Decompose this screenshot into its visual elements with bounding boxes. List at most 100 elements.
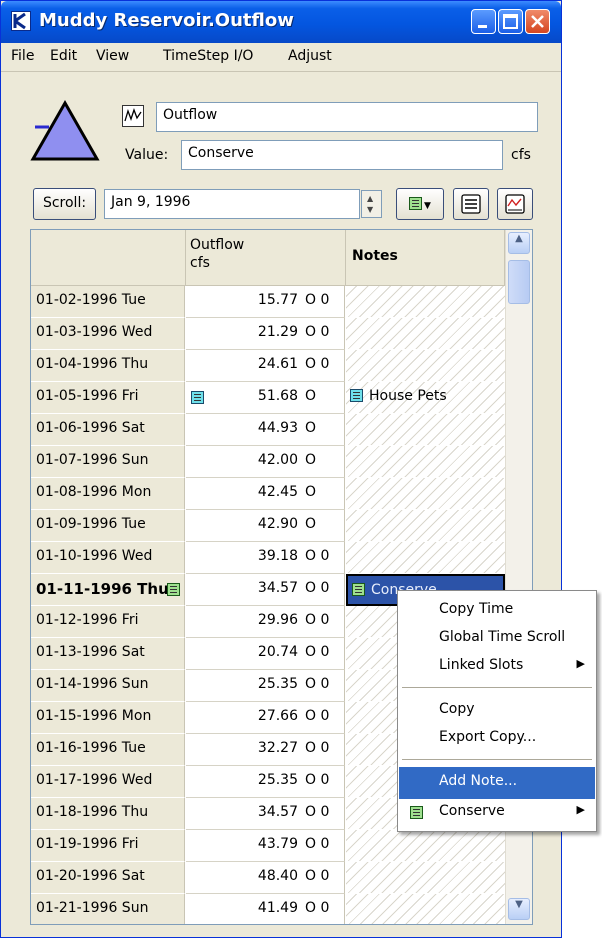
note-cell[interactable] [346,542,505,574]
table-row[interactable]: 01-04-1996 Thu 24.61 O 0 [31,350,505,382]
table-row[interactable]: 01-03-1996 Wed 21.29 O 0 [31,318,505,350]
menu-edit[interactable]: Edit [50,48,77,64]
title-bar[interactable]: Muddy Reservoir.Outflow [1,1,561,43]
outflow-value-cell[interactable]: 29.96 [186,606,301,638]
flag-cell: O 0 [301,798,345,830]
row-date-header[interactable]: 01-17-1996 Wed [31,766,185,798]
menu-file[interactable]: File [11,48,34,64]
note-cell[interactable] [346,830,505,862]
menu-view[interactable]: View [96,48,129,64]
outflow-value-cell[interactable]: 44.93 [186,414,301,446]
outflow-value-cell[interactable]: 32.27 [186,734,301,766]
note-cell[interactable] [346,862,505,894]
outflow-value-cell[interactable]: 15.77 [186,286,301,318]
table-row[interactable]: 01-06-1996 Sat 44.93 O [31,414,505,446]
outflow-value-cell[interactable]: 41.49 [186,894,301,924]
outflow-value-cell[interactable]: 25.35 [186,670,301,702]
row-date-header[interactable]: 01-18-1996 Thu [31,798,185,830]
outflow-value-cell[interactable]: 42.45 [186,478,301,510]
note-cell[interactable] [346,446,505,478]
scroll-button[interactable]: Scroll: [33,188,96,220]
note-cell[interactable] [346,894,505,924]
menu-timestep-io[interactable]: TimeStep I/O [163,48,253,64]
outflow-value-cell[interactable]: 34.57 [186,798,301,830]
list-view-button[interactable] [453,188,489,220]
menu-adjust[interactable]: Adjust [288,48,332,64]
row-date-header[interactable]: 01-13-1996 Sat [31,638,185,670]
note-cell[interactable] [346,510,505,542]
outflow-value-cell[interactable]: 39.18 [186,542,301,574]
outflow-value-cell[interactable]: 42.90 [186,510,301,542]
ctx-export-copy[interactable]: Export Copy... [399,723,595,755]
outflow-value-cell[interactable]: 27.66 [186,702,301,734]
note-cell[interactable] [346,414,505,446]
table-row[interactable]: 01-09-1996 Tue 42.90 O [31,510,505,542]
outflow-value-cell[interactable]: 24.61 [186,350,301,382]
row-date-header[interactable]: 01-12-1996 Fri [31,606,185,638]
date-field[interactable]: Jan 9, 1996 [104,189,360,219]
row-date-header[interactable]: 01-16-1996 Tue [31,734,185,766]
row-date-header[interactable]: 01-15-1996 Mon [31,702,185,734]
table-row[interactable]: 01-05-1996 Fri 51.68 O House Pets [31,382,505,414]
scroll-thumb[interactable] [508,260,530,304]
outflow-column-header[interactable]: Outflow cfs [186,230,346,286]
row-date-header[interactable]: 01-10-1996 Wed [31,542,185,574]
outflow-value-cell[interactable]: 51.68 [186,382,301,414]
outflow-value: 15.77 [257,292,298,308]
row-date-header[interactable]: 01-09-1996 Tue [31,510,185,542]
outflow-value-cell[interactable]: 25.35 [186,766,301,798]
row-date-header[interactable]: 01-08-1996 Mon [31,478,185,510]
ctx-conserve[interactable]: Conserve ▶ [399,797,595,829]
maximize-button[interactable] [498,9,523,34]
row-date-header[interactable]: 01-02-1996 Tue [31,286,185,318]
row-date-header[interactable]: 01-05-1996 Fri [31,382,185,414]
row-date-header[interactable]: 01-07-1996 Sun [31,446,185,478]
row-date-header[interactable]: 01-11-1996 Thu [31,574,185,606]
scroll-up-icon[interactable]: ▲ [508,232,530,254]
outflow-value-cell[interactable]: 42.00 [186,446,301,478]
row-date-header[interactable]: 01-21-1996 Sun [31,894,185,924]
note-cell[interactable]: House Pets [346,382,505,414]
minimize-button[interactable] [471,9,496,34]
scroll-down-icon[interactable]: ▼ [508,898,530,920]
table-row[interactable]: 01-21-1996 Sun 41.49 O 0 [31,894,505,924]
row-date-header[interactable]: 01-19-1996 Fri [31,830,185,862]
outflow-value: 42.00 [257,452,298,468]
notes-column-header[interactable]: Notes [346,230,505,286]
note-cell[interactable] [346,286,505,318]
note-cell[interactable] [346,478,505,510]
note-menu-button[interactable]: ▼ [396,188,444,220]
table-row[interactable]: 01-19-1996 Fri 43.79 O 0 [31,830,505,862]
outflow-value-cell[interactable]: 20.74 [186,638,301,670]
table-row[interactable]: 01-10-1996 Wed 39.18 O 0 [31,542,505,574]
value-field[interactable]: Conserve [181,140,503,170]
table-row[interactable]: 01-08-1996 Mon 42.45 O [31,478,505,510]
close-button[interactable] [525,9,550,34]
spinner-up-icon[interactable]: ▲ [367,194,373,203]
row-date-header[interactable]: 01-06-1996 Sat [31,414,185,446]
outflow-value-cell[interactable]: 34.57 [186,574,301,606]
ctx-linked-slots[interactable]: Linked Slots ▶ [399,651,595,683]
note-cell[interactable] [346,318,505,350]
outflow-value-cell[interactable]: 21.29 [186,318,301,350]
row-date-header[interactable]: 01-03-1996 Wed [31,318,185,350]
spinner-down-icon[interactable]: ▼ [367,205,373,214]
outflow-value-cell[interactable]: 43.79 [186,830,301,862]
slot-name-field[interactable]: Outflow [156,102,538,132]
table-row[interactable]: 01-20-1996 Sat 48.40 O 0 [31,862,505,894]
table-row[interactable]: 01-07-1996 Sun 42.00 O [31,446,505,478]
table-row[interactable]: 01-02-1996 Tue 15.77 O 0 [31,286,505,318]
outflow-value: 27.66 [257,708,298,724]
note-cell[interactable] [346,350,505,382]
row-date-header[interactable]: 01-20-1996 Sat [31,862,185,894]
row-date-header[interactable]: 01-14-1996 Sun [31,670,185,702]
reservoir-icon [29,99,101,169]
flag-cell: O 0 [301,830,345,862]
date-spinner[interactable]: ▲ ▼ [361,190,382,218]
ctx-add-note[interactable]: Add Note... [399,767,595,799]
outflow-value-cell[interactable]: 48.40 [186,862,301,894]
plot-button[interactable] [497,188,533,220]
outflow-value: 51.68 [257,388,298,404]
row-date-header[interactable]: 01-04-1996 Thu [31,350,185,382]
maximize-icon [503,14,518,29]
